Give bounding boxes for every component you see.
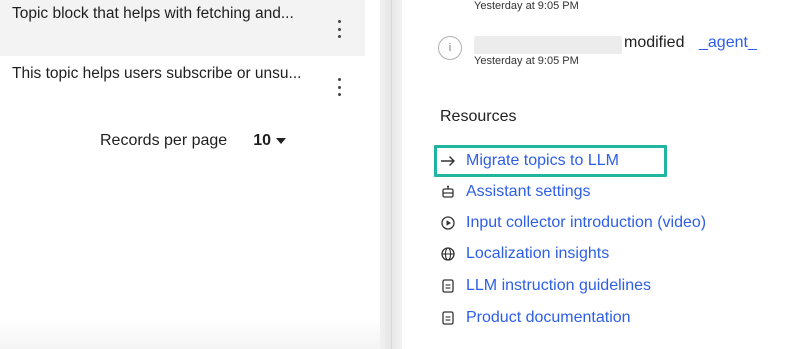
arrow-right-icon	[440, 153, 456, 169]
more-options-icon[interactable]	[335, 20, 343, 38]
pagination: Records per page 10	[100, 132, 286, 150]
resource-link-localization-insights[interactable]: Localization insights	[440, 242, 609, 266]
globe-icon	[440, 246, 456, 262]
info-icon: i	[438, 36, 462, 60]
topics-panel: Topic block that helps with fetching and…	[0, 0, 380, 349]
resource-label: LLM instruction guidelines	[466, 277, 651, 294]
resource-label: Localization insights	[466, 245, 610, 262]
more-options-icon[interactable]	[335, 78, 343, 96]
records-per-page-value: 10	[253, 132, 271, 149]
details-panel: Yesterday at 9:05 PM i modified _agent_ …	[402, 0, 797, 349]
list-item[interactable]: Topic block that helps with fetching and…	[0, 0, 365, 56]
resource-link-product-documentation[interactable]: Product documentation	[440, 306, 631, 330]
activity-entry: i modified _agent_ Yesterday at 9:05 PM	[438, 32, 797, 72]
topic-description: This topic helps users subscribe or unsu…	[12, 65, 302, 82]
redacted-user-name	[474, 36, 622, 54]
resource-label: Assistant settings	[466, 183, 591, 200]
resource-link-assistant-settings[interactable]: Assistant settings	[440, 180, 591, 204]
robot-icon	[440, 184, 456, 200]
resource-link-llm-guidelines[interactable]: LLM instruction guidelines	[440, 274, 651, 298]
divider-line	[391, 0, 392, 349]
activity-timestamp: Yesterday at 9:05 PM	[474, 0, 579, 12]
panel-footer	[0, 319, 380, 349]
chevron-down-icon	[275, 138, 286, 144]
resource-label: Migrate topics to LLM	[466, 152, 619, 169]
list-item[interactable]: This topic helps users subscribe or unsu…	[0, 58, 365, 112]
activity-verb: modified	[624, 34, 685, 51]
document-icon	[440, 278, 456, 294]
records-per-page-label: Records per page	[100, 132, 228, 149]
resource-label: Product documentation	[466, 309, 631, 326]
records-per-page-select[interactable]: 10	[253, 132, 286, 150]
resource-link-input-collector-video[interactable]: Input collector introduction (video)	[440, 211, 706, 235]
resource-label: Input collector introduction (video)	[466, 214, 707, 231]
document-icon	[440, 310, 456, 326]
activity-timestamp: Yesterday at 9:05 PM	[474, 55, 579, 67]
topic-description: Topic block that helps with fetching and…	[12, 5, 294, 22]
resource-link-migrate-topics[interactable]: Migrate topics to LLM	[440, 149, 619, 173]
resources-heading: Resources	[440, 108, 517, 125]
play-circle-icon	[440, 215, 456, 231]
agent-link[interactable]: _agent_	[699, 34, 757, 52]
